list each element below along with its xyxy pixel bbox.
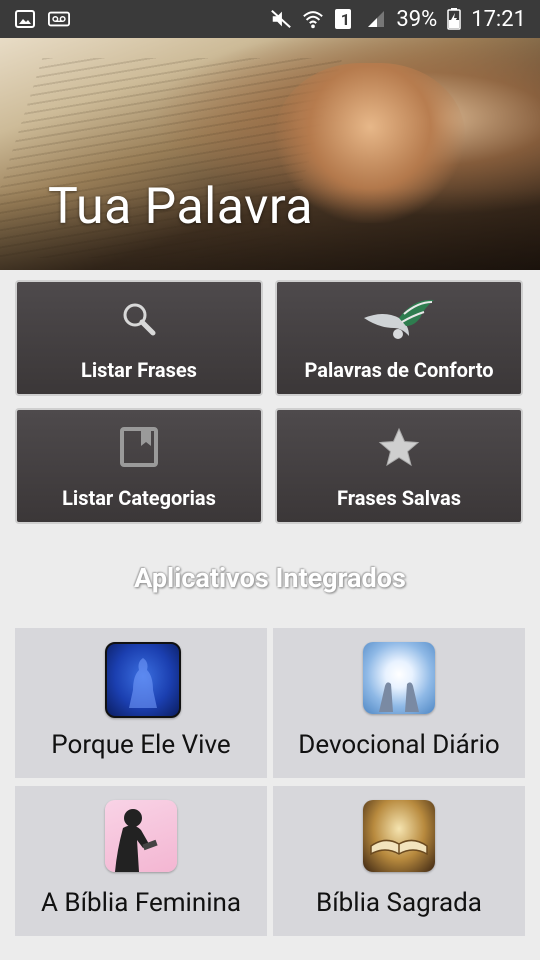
battery-icon	[447, 8, 461, 30]
signal-icon	[364, 8, 386, 30]
status-bar: 1 39% 17:21	[0, 0, 540, 38]
woman-reading-icon	[105, 800, 177, 872]
header-banner: Tua Palavra	[0, 38, 540, 270]
saved-phrases-button[interactable]: Frases Salvas	[275, 408, 523, 524]
list-phrases-button[interactable]: Listar Frases	[15, 280, 263, 396]
list-categories-button[interactable]: Listar Categorias	[15, 408, 263, 524]
app-title: Tua Palavra	[48, 178, 314, 236]
star-icon	[277, 424, 521, 470]
saved-phrases-label: Frases Salvas	[336, 486, 461, 510]
app-biblia-feminina-label: A Bíblia Feminina	[40, 888, 242, 918]
list-categories-label: Listar Categorias	[62, 486, 216, 510]
gallery-icon	[14, 8, 36, 30]
app-biblia-feminina[interactable]: A Bíblia Feminina	[15, 786, 267, 936]
list-phrases-label: Listar Frases	[81, 358, 197, 382]
voicemail-icon	[48, 8, 70, 30]
comfort-words-label: Palavras de Conforto	[304, 358, 494, 382]
app-porque-ele-vive[interactable]: Porque Ele Vive	[15, 628, 267, 778]
praying-figure-icon	[105, 642, 181, 718]
wifi-icon	[302, 8, 324, 30]
bookmark-icon	[17, 424, 261, 470]
battery-percent: 39%	[396, 6, 438, 32]
app-biblia-sagrada-label: Bíblia Sagrada	[316, 888, 482, 918]
search-icon	[17, 296, 261, 342]
open-bible-icon	[363, 800, 435, 872]
clock: 17:21	[471, 6, 526, 32]
app-devocional-diario[interactable]: Devocional Diário	[273, 628, 525, 778]
comfort-words-button[interactable]: Palavras de Conforto	[275, 280, 523, 396]
dove-icon	[277, 290, 521, 346]
mute-icon	[270, 8, 292, 30]
sim-slot-label: 1	[340, 9, 350, 29]
integrated-apps-title: Aplicativos Integrados	[134, 562, 406, 594]
app-porque-ele-vive-label: Porque Ele Vive	[51, 730, 231, 760]
app-biblia-sagrada[interactable]: Bíblia Sagrada	[273, 786, 525, 936]
raised-hands-icon	[363, 642, 435, 714]
app-devocional-diario-label: Devocional Diário	[298, 730, 500, 760]
